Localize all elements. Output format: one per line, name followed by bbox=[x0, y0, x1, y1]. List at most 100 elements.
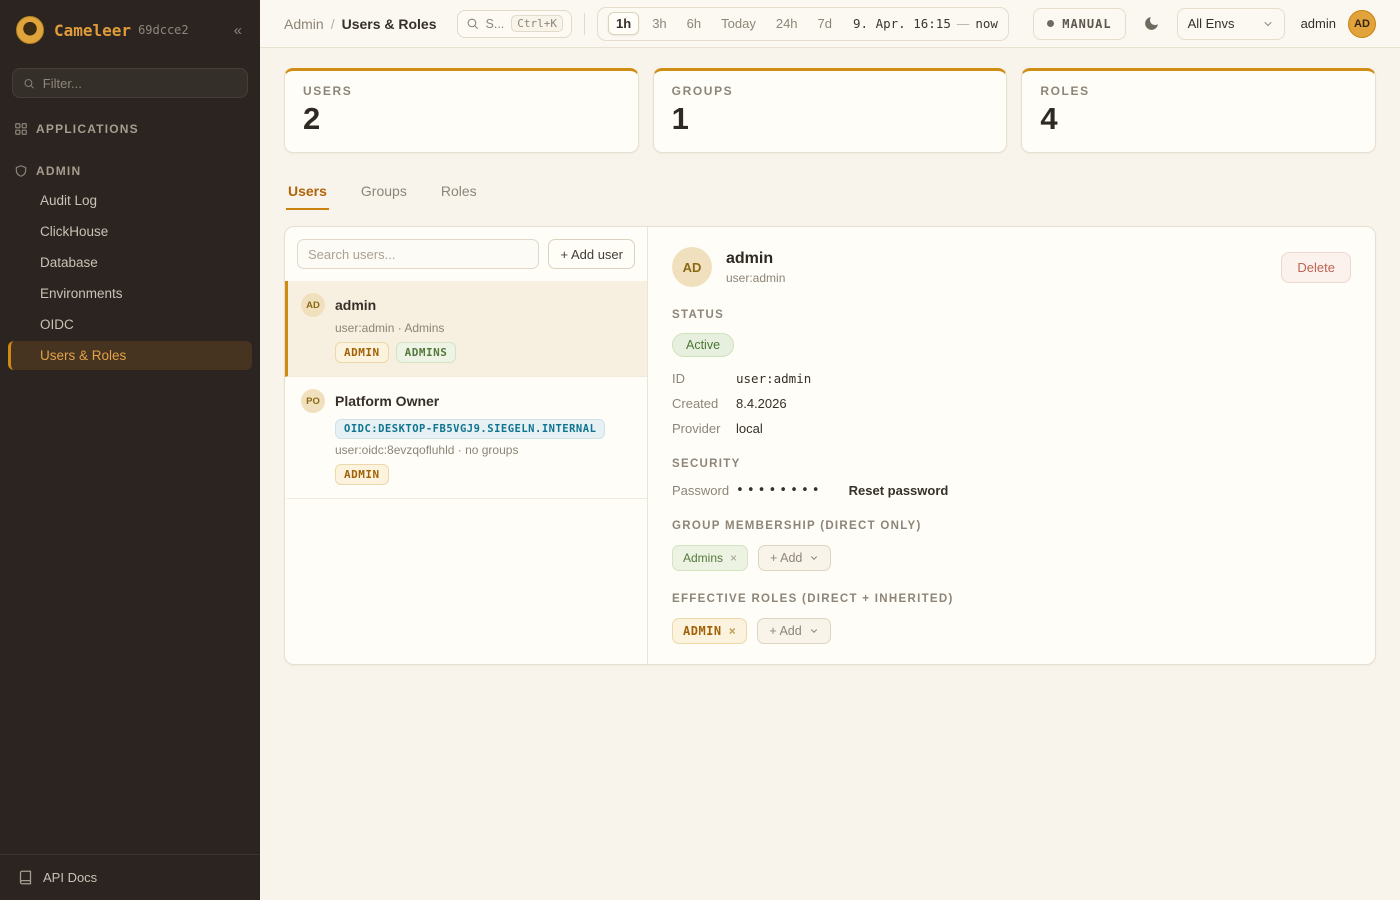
users-panel: + Add user AD admin user:admin · Admins … bbox=[284, 226, 1376, 665]
user-item-header: PO Platform Owner bbox=[301, 389, 633, 413]
app-root: Cameleer 69dcce2 « APPLICATIONS ADMIN Au… bbox=[0, 0, 1400, 900]
detail-fields: ID user:admin Created 8.4.2026 Provider … bbox=[672, 371, 1351, 436]
topbar: Admin / Users & Roles S... Ctrl+K 1h 3h … bbox=[260, 0, 1400, 48]
sidebar-filter-box bbox=[12, 68, 248, 98]
search-shortcut-kbd: Ctrl+K bbox=[511, 15, 563, 32]
user-list-item-admin[interactable]: AD admin user:admin · Admins ADMIN ADMIN… bbox=[285, 281, 647, 377]
effective-roles-row: ADMIN × + Add bbox=[672, 618, 1351, 644]
sidebar-section-applications[interactable]: APPLICATIONS bbox=[0, 112, 260, 144]
detail-identity: admin user:admin bbox=[726, 250, 785, 285]
role-badge-admin: ADMIN bbox=[335, 464, 389, 485]
time-range-6h[interactable]: 6h bbox=[680, 13, 708, 34]
sidebar-collapse-button[interactable]: « bbox=[230, 20, 246, 41]
user-item-body: OIDC:DESKTOP-FB5VGJ9.SIEGELN.INTERNAL us… bbox=[335, 419, 633, 485]
sidebar-section-admin[interactable]: ADMIN bbox=[0, 154, 260, 186]
role-chip-label: ADMIN bbox=[683, 624, 722, 638]
grid-icon bbox=[14, 122, 28, 136]
breadcrumb-separator: / bbox=[331, 16, 335, 32]
sidebar-item-environments[interactable]: Environments bbox=[8, 279, 252, 308]
add-group-button[interactable]: + Add bbox=[758, 545, 831, 571]
stat-card-roles[interactable]: ROLES 4 bbox=[1021, 68, 1376, 153]
tab-users[interactable]: Users bbox=[286, 175, 329, 210]
user-item-header: AD admin bbox=[301, 293, 633, 317]
time-range-7d[interactable]: 7d bbox=[811, 13, 839, 34]
book-icon bbox=[18, 870, 33, 885]
time-range-end[interactable]: now bbox=[975, 16, 998, 31]
topbar-divider bbox=[584, 13, 585, 35]
group-membership-section-label: GROUP MEMBERSHIP (DIRECT ONLY) bbox=[672, 520, 1351, 532]
api-docs-link[interactable]: API Docs bbox=[0, 854, 260, 900]
stat-value: 4 bbox=[1040, 101, 1357, 137]
breadcrumb-current: Users & Roles bbox=[342, 16, 437, 32]
sidebar-item-oidc[interactable]: OIDC bbox=[8, 310, 252, 339]
role-badge-admin: ADMIN bbox=[335, 342, 389, 363]
tab-groups[interactable]: Groups bbox=[359, 175, 409, 210]
search-users-input[interactable] bbox=[297, 239, 539, 269]
refresh-mode-button[interactable]: MANUAL bbox=[1033, 8, 1125, 40]
user-list-toolbar: + Add user bbox=[285, 227, 647, 281]
oidc-badge-row: OIDC:DESKTOP-FB5VGJ9.SIEGELN.INTERNAL bbox=[335, 419, 633, 439]
sidebar-filter-input[interactable] bbox=[43, 76, 237, 91]
stat-label: ROLES bbox=[1040, 84, 1357, 98]
oidc-issuer-badge: OIDC:DESKTOP-FB5VGJ9.SIEGELN.INTERNAL bbox=[335, 419, 605, 439]
refresh-mode-label: MANUAL bbox=[1062, 17, 1111, 31]
status-section-label: STATUS bbox=[672, 309, 1351, 321]
environment-select[interactable]: All Envs bbox=[1177, 8, 1285, 40]
moon-icon bbox=[1143, 15, 1160, 32]
field-created: Created 8.4.2026 bbox=[672, 396, 1351, 411]
stat-label: USERS bbox=[303, 84, 620, 98]
stat-card-groups[interactable]: GROUPS 1 bbox=[653, 68, 1008, 153]
global-search-button[interactable]: S... Ctrl+K bbox=[457, 10, 573, 38]
stat-card-users[interactable]: USERS 2 bbox=[284, 68, 639, 153]
delete-user-button[interactable]: Delete bbox=[1281, 252, 1351, 283]
tab-roles[interactable]: Roles bbox=[439, 175, 479, 210]
user-item-name: admin bbox=[335, 297, 376, 313]
time-range-today[interactable]: Today bbox=[714, 13, 763, 34]
stat-value: 2 bbox=[303, 101, 620, 137]
user-list-item-platform-owner[interactable]: PO Platform Owner OIDC:DESKTOP-FB5VGJ9.S… bbox=[285, 377, 647, 499]
status-badge: Active bbox=[672, 333, 734, 357]
group-chip-admins: Admins × bbox=[672, 545, 748, 571]
security-section-label: SECURITY bbox=[672, 458, 1351, 470]
sidebar-item-database[interactable]: Database bbox=[8, 248, 252, 277]
user-item-badges: ADMIN ADMINS bbox=[335, 342, 633, 363]
avatar: AD bbox=[301, 293, 325, 317]
search-icon bbox=[466, 17, 479, 30]
time-range-24h[interactable]: 24h bbox=[769, 13, 805, 34]
remove-role-icon[interactable]: × bbox=[729, 624, 737, 638]
sidebar-item-users-roles[interactable]: Users & Roles bbox=[8, 341, 252, 370]
add-user-button[interactable]: + Add user bbox=[548, 239, 635, 269]
field-id: ID user:admin bbox=[672, 371, 1351, 386]
main-area: Admin / Users & Roles S... Ctrl+K 1h 3h … bbox=[260, 0, 1400, 900]
password-row: Password •••••••• Reset password bbox=[672, 483, 1351, 498]
breadcrumb-admin[interactable]: Admin bbox=[284, 16, 324, 32]
detail-user-id: user:admin bbox=[726, 271, 785, 285]
avatar: AD bbox=[672, 247, 712, 287]
field-provider: Provider local bbox=[672, 421, 1351, 436]
current-user-name: admin bbox=[1301, 16, 1336, 31]
time-range-3h[interactable]: 3h bbox=[645, 13, 673, 34]
sidebar: Cameleer 69dcce2 « APPLICATIONS ADMIN Au… bbox=[0, 0, 260, 900]
reset-password-link[interactable]: Reset password bbox=[849, 483, 949, 498]
page-content: USERS 2 GROUPS 1 ROLES 4 Users Groups Ro… bbox=[260, 48, 1400, 900]
instance-id: 69dcce2 bbox=[138, 23, 189, 37]
remove-group-icon[interactable]: × bbox=[730, 551, 737, 565]
sidebar-item-clickhouse[interactable]: ClickHouse bbox=[8, 217, 252, 246]
sidebar-item-audit-log[interactable]: Audit Log bbox=[8, 186, 252, 215]
dark-mode-toggle[interactable] bbox=[1138, 10, 1165, 37]
stat-value: 1 bbox=[672, 101, 989, 137]
time-range-start[interactable]: 9. Apr. 16:15 bbox=[853, 16, 951, 31]
time-range-1h[interactable]: 1h bbox=[608, 12, 639, 35]
user-item-name: Platform Owner bbox=[335, 393, 439, 409]
status-row: Active bbox=[672, 333, 1351, 357]
section-label: ADMIN bbox=[36, 164, 81, 178]
chevron-down-icon bbox=[809, 626, 819, 636]
environment-selected-value: All Envs bbox=[1188, 16, 1235, 31]
add-role-button[interactable]: + Add bbox=[757, 618, 830, 644]
add-group-label: + Add bbox=[770, 551, 802, 565]
stat-cards: USERS 2 GROUPS 1 ROLES 4 bbox=[284, 68, 1376, 153]
user-avatar[interactable]: AD bbox=[1348, 10, 1376, 38]
shield-icon bbox=[14, 164, 28, 178]
add-role-label: + Add bbox=[769, 624, 801, 638]
user-item-meta: user:oidc:8evzqofluhld · no groups bbox=[335, 443, 633, 457]
